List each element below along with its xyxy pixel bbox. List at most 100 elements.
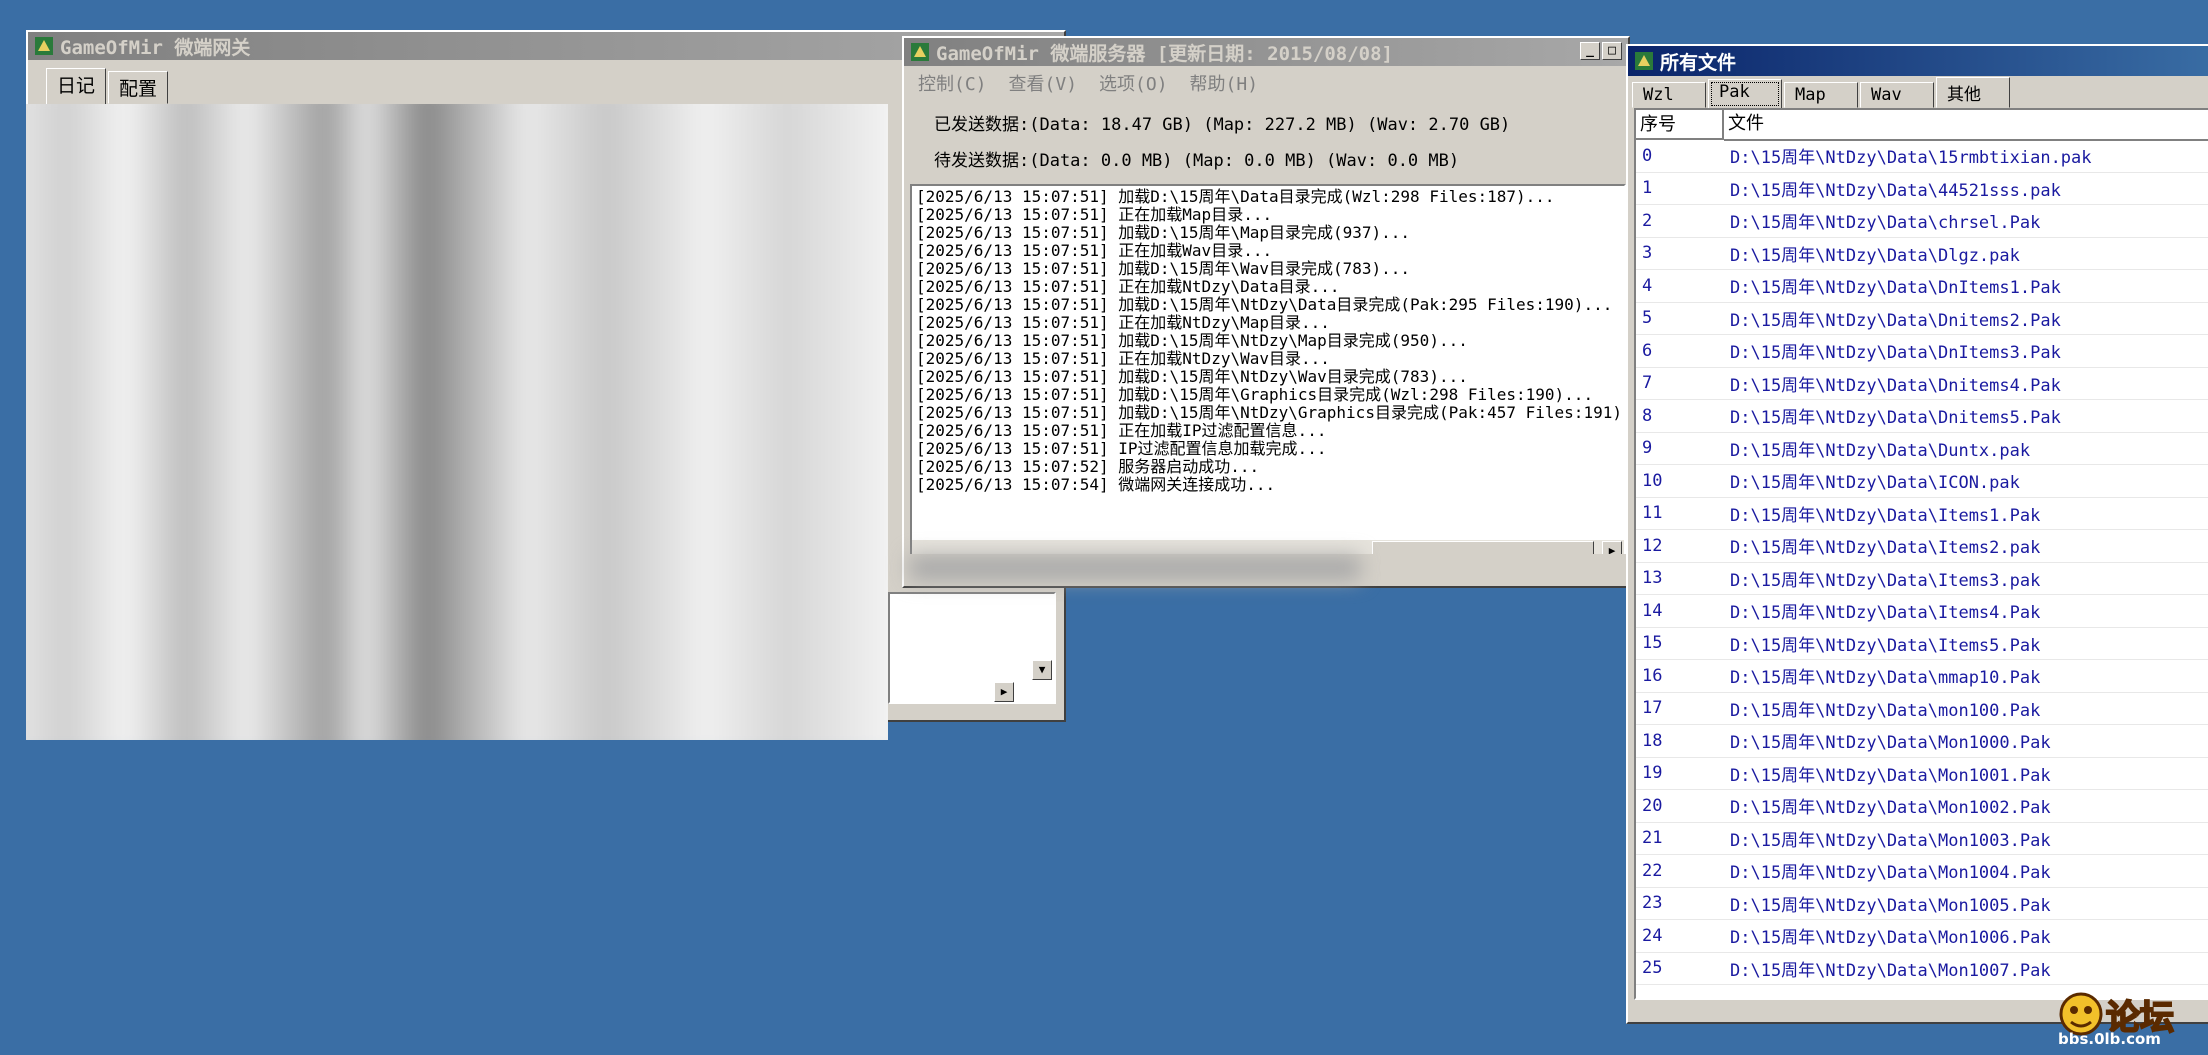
server-window: GameOfMir 微端服务器 [更新日期: 2015/08/08] _ □ 控…	[902, 36, 1630, 588]
file-row[interactable]: 3 D:\15周年\NtDzy\Data\Dlgz.pak	[1636, 238, 2208, 270]
scroll-down-button[interactable]: ▼	[1032, 660, 1052, 680]
file-path: D:\15周年\NtDzy\Data\Dlgz.pak	[1730, 245, 2020, 266]
file-index: 5	[1642, 308, 1653, 329]
log-line: [2025/6/13 15:07:51] 正在加载Wav目录...	[916, 241, 1273, 260]
log-line: [2025/6/13 15:07:51] 正在加载Map目录...	[916, 205, 1273, 224]
sent-stats: 已发送数据:(Data: 18.47 GB) (Map: 227.2 MB) (…	[934, 115, 1511, 135]
file-index: 20	[1642, 795, 1663, 816]
file-row[interactable]: 24 D:\15周年\NtDzy\Data\Mon1006.Pak	[1636, 920, 2208, 953]
file-row[interactable]: 15 D:\15周年\NtDzy\Data\Items5.Pak	[1636, 628, 2208, 660]
file-list[interactable]: 序号 文件 0 D:\15周年\NtDzy\Data\15rmbtixian.pa…	[1634, 108, 2208, 1000]
app-icon	[35, 37, 53, 55]
menu-view[interactable]: 查看(V)	[1009, 70, 1078, 96]
file-row[interactable]: 4 D:\15周年\NtDzy\Data\DnItems1.Pak	[1636, 270, 2208, 303]
file-row[interactable]: 7 D:\15周年\NtDzy\Data\Dnitems4.Pak	[1636, 368, 2208, 400]
tab-pak[interactable]: Pak	[1708, 79, 1782, 109]
file-path: D:\15周年\NtDzy\Data\Dnitems4.Pak	[1730, 375, 2061, 396]
log-line: [2025/6/13 15:07:51] 加载D:\15周年\Map目录完成(9…	[916, 223, 1411, 242]
file-path: D:\15周年\NtDzy\Data\Items2.pak	[1730, 538, 2041, 559]
file-row[interactable]: 18 D:\15周年\NtDzy\Data\Mon1000.Pak	[1636, 725, 2208, 758]
menu-help[interactable]: 帮助(H)	[1190, 70, 1259, 96]
maximize-button[interactable]: □	[1602, 42, 1622, 60]
file-row[interactable]: 0 D:\15周年\NtDzy\Data\15rmbtixian.pak	[1636, 140, 2208, 173]
tab-map[interactable]: Map	[1784, 82, 1858, 108]
file-rows: 0 D:\15周年\NtDzy\Data\15rmbtixian.pak 1 D:\1…	[1636, 140, 2208, 985]
menu-control[interactable]: 控制(C)	[918, 70, 987, 96]
file-row[interactable]: 11 D:\15周年\NtDzy\Data\Items1.Pak	[1636, 498, 2208, 530]
file-row[interactable]: 5 D:\15周年\NtDzy\Data\Dnitems2.Pak	[1636, 303, 2208, 335]
files-window: 所有文件 Wzl Pak Map Wav 其他 序号 文件 0 D:\15周年\N…	[1626, 44, 2208, 1024]
log-line: [2025/6/13 15:07:51] 加载D:\15周年\NtDzy\Gra…	[916, 403, 1626, 422]
file-index: 13	[1642, 568, 1663, 589]
file-row[interactable]: 2 D:\15周年\NtDzy\Data\chrsel.Pak	[1636, 205, 2208, 238]
file-row[interactable]: 14 D:\15周年\NtDzy\Data\Items4.Pak	[1636, 595, 2208, 628]
column-header-index[interactable]: 序号	[1636, 110, 1724, 140]
file-row[interactable]: 21 D:\15周年\NtDzy\Data\Mon1003.Pak	[1636, 823, 2208, 855]
file-row[interactable]: 19 D:\15周年\NtDzy\Data\Mon1001.Pak	[1636, 758, 2208, 790]
file-row[interactable]: 12 D:\15周年\NtDzy\Data\Items2.pak	[1636, 530, 2208, 563]
file-index: 21	[1642, 828, 1663, 849]
file-path: D:\15周年\NtDzy\Data\Dnitems2.Pak	[1730, 310, 2061, 331]
watermark: 论坛 bbs.0lb.com	[2056, 990, 2196, 1050]
file-index: 25	[1642, 958, 1663, 979]
file-path: D:\15周年\NtDzy\Data\Mon1006.Pak	[1730, 928, 2051, 949]
file-index: 1	[1642, 178, 1653, 199]
tab-other[interactable]: 其他	[1936, 77, 2010, 108]
file-index: 12	[1642, 535, 1663, 556]
log-line: [2025/6/13 15:07:51] 加载D:\15周年\Data目录完成(…	[916, 187, 1555, 206]
file-row[interactable]: 10 D:\15周年\NtDzy\Data\ICON.pak	[1636, 465, 2208, 498]
log-line: [2025/6/13 15:07:51] IP过滤配置信息加载完成...	[916, 439, 1327, 458]
tab-wzl[interactable]: Wzl	[1632, 82, 1706, 108]
tab-wav[interactable]: Wav	[1860, 82, 1934, 108]
file-index: 6	[1642, 340, 1653, 361]
file-row[interactable]: 17 D:\15周年\NtDzy\Data\mon100.Pak	[1636, 693, 2208, 725]
blurred-content	[26, 104, 888, 740]
file-row[interactable]: 8 D:\15周年\NtDzy\Data\Dnitems5.Pak	[1636, 400, 2208, 433]
file-path: D:\15周年\NtDzy\Data\44521sss.pak	[1730, 180, 2061, 201]
blurred-region	[26, 104, 888, 740]
log-line: [2025/6/13 15:07:54] 微端网关连接成功...	[916, 475, 1276, 494]
file-index: 23	[1642, 893, 1663, 914]
minimize-button[interactable]: _	[1580, 42, 1600, 60]
file-path: D:\15周年\NtDzy\Data\Items4.Pak	[1730, 603, 2041, 624]
gateway-log-area[interactable]: ▼ ▶	[888, 592, 1056, 704]
file-path: D:\15周年\NtDzy\Data\DnItems1.Pak	[1730, 278, 2061, 299]
scroll-right-button[interactable]: ▶	[994, 682, 1014, 702]
file-row[interactable]: 20 D:\15周年\NtDzy\Data\Mon1002.Pak	[1636, 790, 2208, 823]
file-index: 0	[1642, 145, 1653, 166]
file-path: D:\15周年\NtDzy\Data\chrsel.Pak	[1730, 213, 2041, 234]
column-header-file[interactable]: 文件	[1724, 110, 2208, 141]
file-path: D:\15周年\NtDzy\Data\Mon1002.Pak	[1730, 798, 2051, 819]
file-index: 16	[1642, 665, 1663, 686]
server-menubar: 控制(C) 查看(V) 选项(O) 帮助(H)	[904, 66, 1628, 96]
file-path: D:\15周年\NtDzy\Data\Items5.Pak	[1730, 635, 2041, 656]
server-title: GameOfMir 微端服务器 [更新日期: 2015/08/08]	[936, 42, 1393, 65]
file-index: 2	[1642, 210, 1653, 231]
file-row[interactable]: 9 D:\15周年\NtDzy\Data\Duntx.pak	[1636, 433, 2208, 465]
file-row[interactable]: 6 D:\15周年\NtDzy\Data\DnItems3.Pak	[1636, 335, 2208, 368]
file-index: 9	[1642, 438, 1653, 459]
file-row[interactable]: 25 D:\15周年\NtDzy\Data\Mon1007.Pak	[1636, 953, 2208, 985]
files-titlebar[interactable]: 所有文件	[1628, 46, 2208, 76]
file-path: D:\15周年\NtDzy\Data\Mon1005.Pak	[1730, 895, 2051, 916]
file-index: 14	[1642, 600, 1663, 621]
menu-options[interactable]: 选项(O)	[1099, 70, 1168, 96]
file-row[interactable]: 1 D:\15周年\NtDzy\Data\44521sss.pak	[1636, 173, 2208, 205]
log-line: [2025/6/13 15:07:52] 服务器启动成功...	[916, 457, 1260, 476]
server-titlebar[interactable]: GameOfMir 微端服务器 [更新日期: 2015/08/08] _ □	[904, 38, 1628, 66]
file-row[interactable]: 13 D:\15周年\NtDzy\Data\Items3.pak	[1636, 563, 2208, 595]
file-index: 24	[1642, 925, 1663, 946]
file-index: 4	[1642, 275, 1653, 296]
file-row[interactable]: 16 D:\15周年\NtDzy\Data\mmap10.Pak	[1636, 660, 2208, 693]
file-row[interactable]: 22 D:\15周年\NtDzy\Data\Mon1004.Pak	[1636, 855, 2208, 888]
file-path: D:\15周年\NtDzy\Data\15rmbtixian.pak	[1730, 148, 2092, 169]
log-line: [2025/6/13 15:07:51] 正在加载NtDzy\Data目录...	[916, 277, 1340, 296]
file-row[interactable]: 23 D:\15周年\NtDzy\Data\Mon1005.Pak	[1636, 888, 2208, 920]
server-statusbar	[906, 554, 1626, 584]
server-log-area[interactable]: [2025/6/13 15:07:51] 加载D:\15周年\Data目录完成(…	[910, 184, 1626, 564]
tab-config[interactable]: 配置	[108, 71, 169, 104]
file-path: D:\15周年\NtDzy\Data\Items3.pak	[1730, 570, 2041, 591]
file-path: D:\15周年\NtDzy\Data\Mon1003.Pak	[1730, 830, 2051, 851]
tab-log[interactable]: 日记	[46, 68, 107, 105]
gateway-title: GameOfMir 微端网关	[60, 36, 251, 59]
